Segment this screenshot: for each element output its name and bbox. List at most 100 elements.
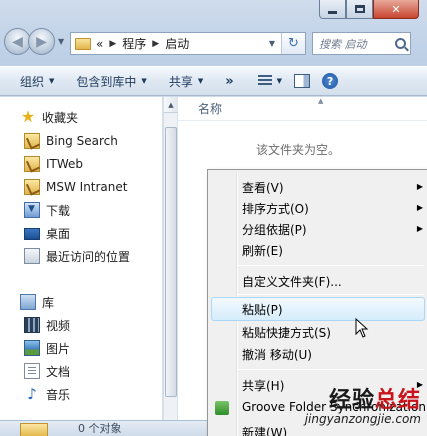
navigation-pane: ★ 收藏夹 Bing Search ITWeb MSW Intranet 下载 桌…: [0, 97, 163, 436]
more-commands-button[interactable]: »: [225, 74, 233, 89]
sidebar-item-label: 文档: [46, 364, 71, 379]
picture-library-icon: [24, 340, 40, 356]
sidebar-item-music[interactable]: ♪ 音乐: [24, 384, 70, 404]
breadcrumb-startup[interactable]: 启动: [165, 35, 189, 52]
breadcrumb-separator[interactable]: ▶: [152, 39, 159, 49]
menu-item-new[interactable]: 新建(W): [242, 422, 287, 436]
sidebar-item-label: ITWeb: [46, 157, 84, 171]
menu-item-paste[interactable]: 粘贴(P): [242, 299, 283, 319]
recent-pages-dropdown[interactable]: ▼: [58, 37, 64, 46]
music-library-icon: ♪: [27, 385, 37, 403]
sidebar-item-label: MSW Intranet: [46, 180, 128, 194]
sidebar-group-libraries[interactable]: 库: [20, 292, 54, 312]
help-icon[interactable]: ?: [322, 73, 339, 89]
breadcrumb-overflow[interactable]: «: [96, 37, 103, 51]
sidebar-group-favorites[interactable]: ★ 收藏夹: [20, 107, 78, 127]
breadcrumb-separator[interactable]: ▶: [109, 39, 116, 49]
menu-item-label: 共享(H): [242, 378, 285, 393]
sidebar-item-bing-search[interactable]: Bing Search: [24, 131, 118, 151]
sidebar-item-pictures[interactable]: 图片: [24, 338, 70, 358]
library-icon: [20, 294, 36, 310]
menu-item-label: 新建(W): [242, 425, 288, 436]
sort-arrow-icon: ▲: [318, 97, 324, 105]
search-placeholder: 搜索 启动: [319, 37, 367, 51]
address-bar[interactable]: « ▶ 程序 ▶ 启动 ▼ ↻: [70, 32, 306, 55]
scroll-thumb[interactable]: [165, 127, 177, 397]
folder-icon: [75, 37, 91, 50]
sidebar-item-label: 视频: [46, 318, 71, 333]
change-view-button[interactable]: ▼: [257, 75, 283, 87]
favorite-link-icon: [24, 156, 40, 172]
back-button[interactable]: ◀: [4, 28, 31, 55]
sidebar-item-videos[interactable]: 视频: [24, 315, 70, 335]
document-library-icon: [24, 363, 40, 379]
navigation-buttons: ◀ ▶ ▼: [4, 28, 64, 55]
status-text: 0 个对象: [78, 422, 122, 435]
menu-item-label: 粘贴快捷方式(S): [242, 325, 331, 340]
preview-pane-icon[interactable]: [294, 74, 311, 88]
maximize-icon: [354, 5, 365, 13]
video-library-icon: [24, 317, 40, 333]
menu-item-customize-folder[interactable]: 自定义文件夹(F)...: [242, 271, 342, 291]
menu-item-label: 排序方式(O): [242, 201, 309, 216]
menu-item-paste-shortcut[interactable]: 粘贴快捷方式(S): [242, 322, 331, 342]
menu-item-undo-move[interactable]: 撤消 移动(U): [242, 344, 312, 364]
command-toolbar: 组织 ▼ 包含到库中 ▼ 共享 ▼ » ▼ ?: [0, 66, 427, 96]
sidebar-item-documents[interactable]: 文档: [24, 361, 70, 381]
sidebar-item-label: 图片: [46, 341, 71, 356]
minimize-button[interactable]: [319, 0, 346, 19]
scroll-up-arrow-icon[interactable]: ▲: [164, 97, 178, 113]
forward-button[interactable]: ▶: [28, 28, 55, 55]
caption-buttons: ✕: [319, 0, 419, 19]
dropdown-arrow-icon: ▼: [276, 77, 283, 85]
share-button[interactable]: 共享 ▼: [169, 73, 203, 90]
dropdown-arrow-icon: ▼: [141, 77, 147, 85]
navigation-scrollbar[interactable]: ▲: [163, 97, 178, 436]
favorite-link-icon: [24, 133, 40, 149]
dropdown-arrow-icon: ▼: [197, 77, 204, 85]
sidebar-item-msw-intranet[interactable]: MSW Intranet: [24, 177, 127, 197]
sidebar-item-label: 下载: [46, 203, 71, 218]
sidebar-item-label: Bing Search: [46, 134, 118, 148]
menu-item-refresh[interactable]: 刷新(E): [242, 240, 283, 260]
refresh-button[interactable]: ↻: [281, 33, 305, 54]
organize-label: 组织: [20, 74, 45, 89]
submenu-arrow-icon: ▶: [416, 224, 423, 233]
folder-icon: [20, 423, 48, 436]
address-history-dropdown[interactable]: ▼: [269, 39, 275, 48]
menu-item-share[interactable]: 共享(H): [242, 375, 284, 395]
column-header-label: 名称: [198, 102, 223, 116]
menu-separator: [238, 265, 424, 266]
context-menu: 查看(V) ▶ 排序方式(O) ▶ 分组依据(P) ▶ 刷新(E) 自定义文件夹…: [207, 169, 427, 436]
view-list-icon: [257, 75, 272, 87]
sidebar-item-desktop[interactable]: 桌面: [24, 223, 70, 243]
submenu-arrow-icon: ▶: [416, 182, 423, 191]
submenu-arrow-icon: ▶: [416, 203, 423, 212]
sidebar-item-recent-places[interactable]: 最近访问的位置: [24, 246, 130, 266]
close-button[interactable]: ✕: [373, 0, 419, 19]
star-icon: ★: [20, 107, 36, 126]
menu-item-groove-folder-sync[interactable]: Groove Folder Synchronization: [242, 397, 426, 417]
breadcrumb-programs[interactable]: 程序: [122, 35, 146, 52]
search-icon: [395, 38, 406, 49]
column-header-name[interactable]: 名称: [178, 97, 427, 121]
sidebar-item-label: 最近访问的位置: [46, 249, 131, 264]
maximize-button[interactable]: [346, 0, 373, 19]
sidebar-item-downloads[interactable]: 下载: [24, 200, 70, 220]
recent-places-icon: [24, 248, 40, 264]
forward-arrow-icon: ▶: [36, 33, 47, 50]
menu-item-sort-by[interactable]: 排序方式(O): [242, 198, 309, 218]
mouse-cursor-icon: [355, 318, 369, 338]
favorites-label: 收藏夹: [42, 110, 79, 125]
menu-item-group-by[interactable]: 分组依据(P): [242, 219, 307, 239]
explorer-window: ✕ ◀ ▶ ▼ « ▶ 程序 ▶ 启动 ▼ ↻ 搜索 启动 组织 ▼ 包含到库中 ▼…: [0, 0, 427, 436]
menu-item-label: Groove Folder Synchronization: [242, 400, 426, 414]
include-in-library-button[interactable]: 包含到库中 ▼: [76, 73, 146, 90]
search-input[interactable]: 搜索 启动: [312, 32, 411, 55]
organize-button[interactable]: 组织 ▼: [20, 73, 54, 90]
include-in-library-label: 包含到库中: [76, 74, 137, 89]
sidebar-item-label: 音乐: [46, 387, 71, 402]
menu-item-view[interactable]: 查看(V): [242, 177, 284, 197]
sidebar-item-itweb[interactable]: ITWeb: [24, 154, 83, 174]
share-label: 共享: [168, 74, 193, 89]
